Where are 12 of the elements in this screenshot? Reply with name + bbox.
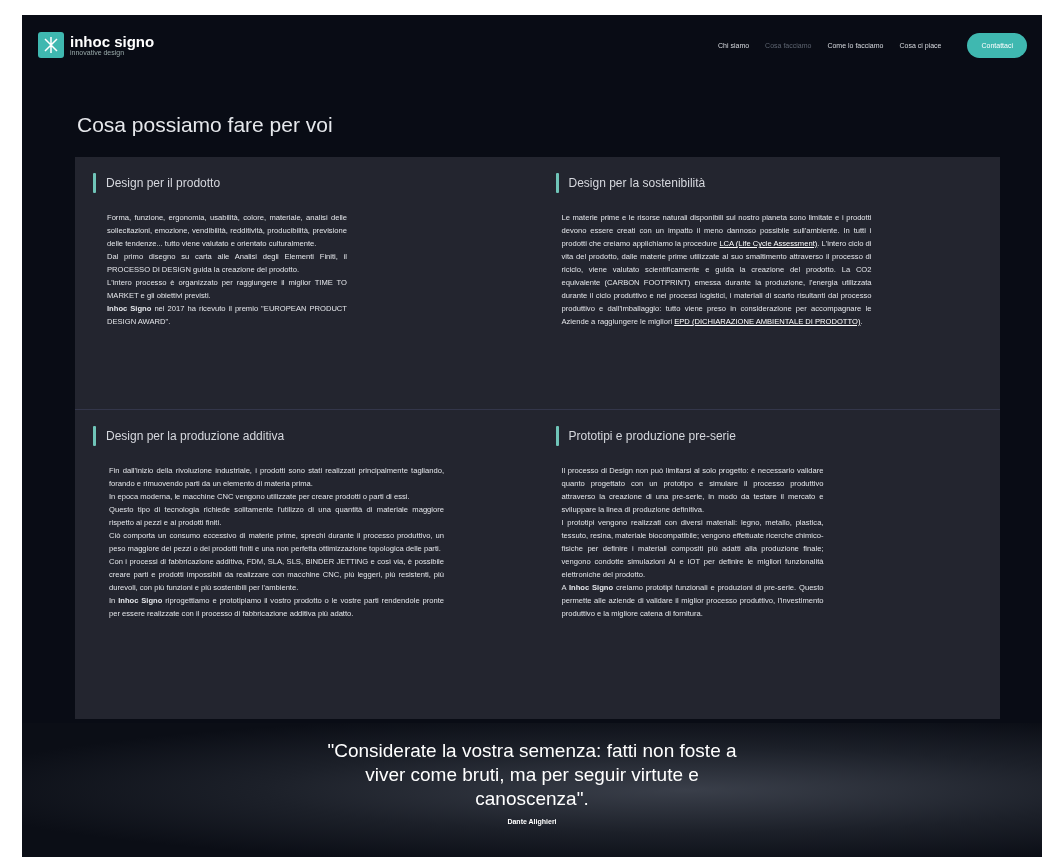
accent-bar	[93, 173, 96, 193]
accent-bar	[93, 426, 96, 446]
card-title: Design per la sostenibilità	[568, 176, 706, 190]
page-title: Cosa possiamo fare per voi	[77, 113, 334, 137]
accent-bar	[555, 426, 559, 446]
logo-name: inhoc signo	[70, 33, 155, 49]
accent-bar	[555, 173, 559, 193]
card-title: Prototipi e produzione pre-serie	[568, 429, 736, 443]
card-title: Design per il prodotto	[106, 176, 221, 190]
logo-icon	[38, 32, 64, 58]
quote-text: "Considerate la vostra semenza: fatti non foste a viver come bruti, ma per seguir virtute e canoscenza".	[326, 739, 738, 811]
card-title: Design per la produzione additiva	[106, 429, 285, 443]
